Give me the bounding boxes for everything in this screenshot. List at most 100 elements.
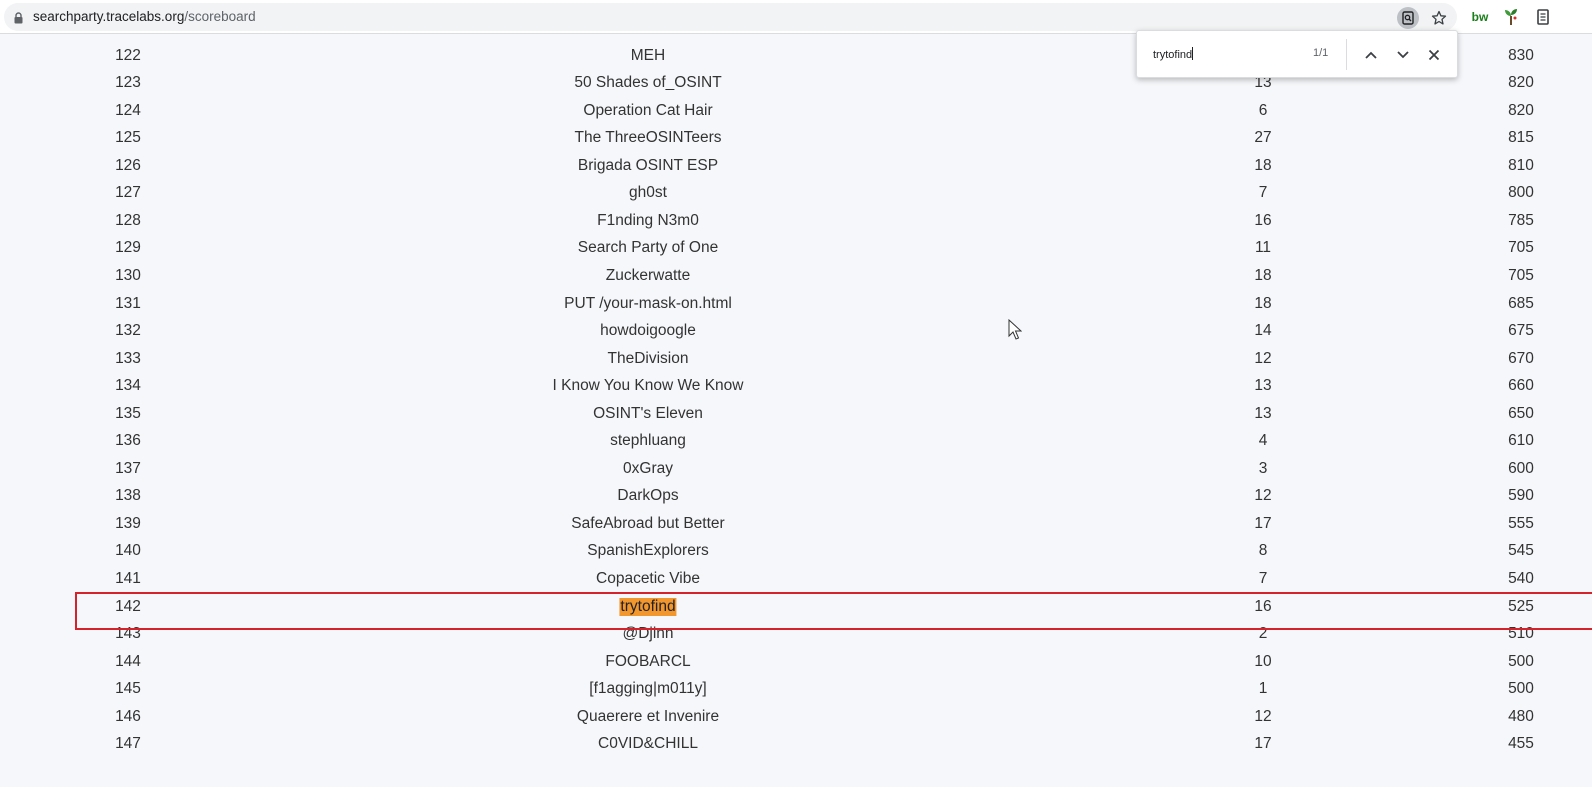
team-name-cell: Copacetic Vibe xyxy=(596,570,700,587)
table-row: 133 TheDivision 12 670 xyxy=(0,347,1592,375)
team-name-cell: [f1agging|m011y] xyxy=(589,680,707,698)
score-cell: 590 xyxy=(1508,487,1534,505)
table-row: 130 Zuckerwatte 18 705 xyxy=(0,264,1592,292)
rank-cell: 124 xyxy=(115,101,141,119)
rank-cell: 132 xyxy=(115,322,141,340)
score-cell: 670 xyxy=(1508,349,1534,367)
rank-cell: 129 xyxy=(115,239,141,257)
mouse-cursor-icon xyxy=(1008,318,1023,346)
table-row: 129 Search Party of One 11 705 xyxy=(0,236,1592,264)
members-cell: 17 xyxy=(1254,514,1272,532)
members-cell: 8 xyxy=(1258,542,1268,560)
table-row: 142 trytofind 16 525 xyxy=(0,595,1592,623)
rank-cell: 144 xyxy=(115,652,141,670)
rank-cell: 130 xyxy=(115,266,141,284)
chevron-up-icon[interactable] xyxy=(1359,43,1383,67)
scoreboard-page: 121835122MEH83012350 Shades of_OSINT1382… xyxy=(0,34,1592,787)
team-name-cell: howdoigoogle xyxy=(600,322,696,340)
score-cell: 545 xyxy=(1508,542,1534,560)
rank-cell: 126 xyxy=(115,156,141,174)
close-icon[interactable] xyxy=(1422,43,1446,67)
team-name-cell: PUT /your-mask-on.html xyxy=(564,294,732,312)
plant-extension-icon[interactable] xyxy=(1500,7,1522,27)
table-row: 137 0xGray 3 600 xyxy=(0,457,1592,485)
rank-cell: 143 xyxy=(115,625,141,643)
table-row: 124 Operation Cat Hair 6 820 xyxy=(0,99,1592,127)
team-name-cell: I Know You Know We Know xyxy=(552,377,744,395)
team-name-cell: C0VID&CHILL xyxy=(598,735,698,753)
team-name-cell: 50 Shades of_OSINT xyxy=(574,74,722,92)
members-cell: 12 xyxy=(1254,487,1272,505)
table-row: 141 Copacetic Vibe 7 540 xyxy=(0,567,1592,595)
rank-cell: 127 xyxy=(115,184,141,202)
score-cell: 815 xyxy=(1508,129,1534,147)
score-cell: 540 xyxy=(1508,570,1534,587)
score-cell: 480 xyxy=(1508,707,1534,725)
rank-cell: 146 xyxy=(115,707,141,725)
score-cell: 705 xyxy=(1508,266,1534,284)
score-cell: 600 xyxy=(1508,459,1534,477)
rank-cell: 145 xyxy=(115,680,141,698)
reading-list-icon[interactable] xyxy=(1532,7,1554,27)
rank-cell: 137 xyxy=(115,459,141,477)
table-row: 125 The ThreeOSINTeers 27 815 xyxy=(0,126,1592,154)
url-text[interactable]: searchparty.tracelabs.org/scoreboard xyxy=(33,9,256,24)
score-cell: 500 xyxy=(1508,652,1534,670)
table-row: 135 OSINT's Eleven 13 650 xyxy=(0,402,1592,430)
members-cell: 4 xyxy=(1258,432,1268,450)
score-cell: 830 xyxy=(1508,46,1534,64)
team-name-cell: Quaerere et Invenire xyxy=(576,707,720,725)
members-cell: 27 xyxy=(1254,129,1272,147)
score-cell: 500 xyxy=(1508,680,1534,698)
browser-toolbar: searchparty.tracelabs.org/scoreboard bw xyxy=(0,0,1592,34)
score-cell: 675 xyxy=(1508,322,1534,340)
team-name-cell: Brigada OSINT ESP xyxy=(577,156,719,174)
team-name-cell: trytofind xyxy=(619,597,677,616)
members-cell: 7 xyxy=(1258,570,1268,587)
team-name-cell: Search Party of One xyxy=(577,239,719,257)
lock-icon[interactable] xyxy=(14,11,23,24)
score-cell: 455 xyxy=(1508,735,1534,753)
table-row: 144 FOOBARCL 10 500 xyxy=(0,650,1592,678)
members-cell: 10 xyxy=(1254,652,1272,670)
team-name-cell: SafeAbroad but Better xyxy=(571,514,725,532)
bw-extension-icon[interactable]: bw xyxy=(1469,7,1491,27)
members-cell: 12 xyxy=(1254,707,1272,725)
rank-cell: 128 xyxy=(115,211,141,229)
table-row: 145 [f1agging|m011y] 1 500 xyxy=(0,677,1592,705)
members-cell: 2 xyxy=(1258,625,1268,643)
score-cell: 820 xyxy=(1508,74,1534,92)
rank-cell: 123 xyxy=(115,74,141,92)
members-cell: 18 xyxy=(1254,156,1272,174)
url-host: searchparty.tracelabs.org xyxy=(33,9,185,24)
find-in-page-icon[interactable] xyxy=(1397,7,1419,29)
members-cell: 12 xyxy=(1254,349,1272,367)
find-input[interactable]: trytofind xyxy=(1153,47,1194,61)
address-bar[interactable]: searchparty.tracelabs.org/scoreboard xyxy=(4,3,1457,31)
members-cell: 18 xyxy=(1254,294,1272,312)
team-name-cell: FOOBARCL xyxy=(605,652,691,670)
team-name-cell: OSINT's Eleven xyxy=(593,404,703,422)
table-row: 131 PUT /your-mask-on.html 18 685 xyxy=(0,292,1592,320)
rank-cell: 134 xyxy=(115,377,141,395)
star-icon[interactable] xyxy=(1428,7,1450,29)
score-cell: 660 xyxy=(1508,377,1534,395)
score-cell: 785 xyxy=(1508,211,1534,229)
rank-cell: 138 xyxy=(115,487,141,505)
members-cell: 18 xyxy=(1254,266,1272,284)
members-cell: 6 xyxy=(1258,101,1268,119)
score-cell: 820 xyxy=(1508,101,1534,119)
chevron-down-icon[interactable] xyxy=(1391,43,1415,67)
table-row: 136 stephluang 4 610 xyxy=(0,429,1592,457)
members-cell: 16 xyxy=(1254,211,1272,229)
members-cell: 7 xyxy=(1258,184,1268,202)
team-name-cell: F1nding N3m0 xyxy=(597,211,699,229)
table-row: 146 Quaerere et Invenire 12 480 xyxy=(0,705,1592,733)
score-cell: 810 xyxy=(1508,156,1534,174)
rank-cell: 140 xyxy=(115,542,141,560)
table-row: 139 SafeAbroad but Better 17 555 xyxy=(0,512,1592,540)
members-cell: 17 xyxy=(1254,735,1272,753)
members-cell: 11 xyxy=(1254,239,1272,257)
team-name-cell: DarkOps xyxy=(617,487,679,505)
team-name-cell: The ThreeOSINTeers xyxy=(574,129,722,147)
